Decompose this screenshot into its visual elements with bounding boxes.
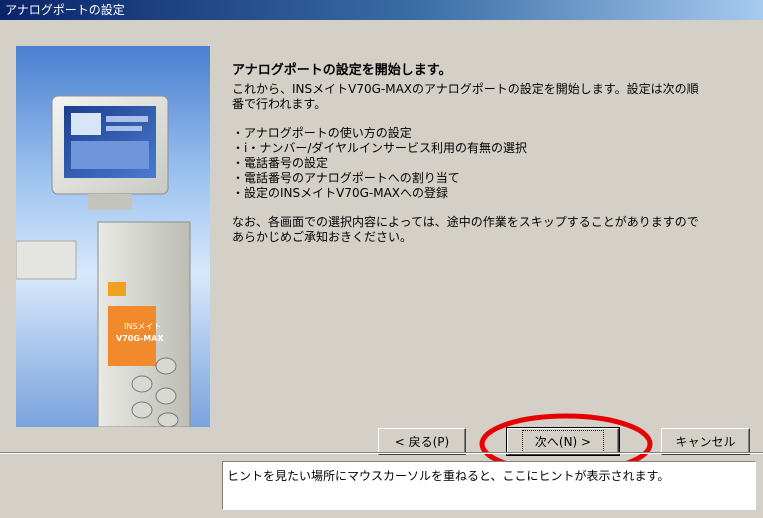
step-item: ・アナログポートの使い方の設定 xyxy=(232,126,412,140)
wizard-illustration: INSメイト V70G-MAX xyxy=(16,46,210,427)
step-item: ・i・ナンバー/ダイヤルインサービス利用の有無の選択 xyxy=(232,141,528,155)
device-label-line2: V70G-MAX xyxy=(116,334,164,343)
next-button[interactable]: 次へ(N) > xyxy=(506,427,620,456)
page-heading: アナログポートの設定を開始します。 xyxy=(232,63,452,78)
step-item: ・電話番号の設定 xyxy=(232,156,329,170)
cancel-button-label: キャンセル xyxy=(675,435,736,449)
computer-illustration: INSメイト V70G-MAX xyxy=(16,95,191,427)
divider xyxy=(0,452,763,454)
intro-line-1: これから、INSメイトV70G-MAXのアナログポートの設定を開始します。設定は… xyxy=(232,82,699,96)
title-bar: アナログポートの設定 xyxy=(0,0,763,20)
window-title: アナログポートの設定 xyxy=(5,3,125,17)
step-item: ・設定のINSメイトV70G-MAXへの登録 xyxy=(232,186,449,200)
device-label-line1: INSメイト xyxy=(124,322,161,331)
intro-line-2: 番で行われます。 xyxy=(232,97,327,111)
wizard-content: INSメイト V70G-MAX アナログポートの設定を開始します。 これから、I… xyxy=(0,20,763,475)
cancel-button[interactable]: キャンセル xyxy=(661,428,750,455)
note-line-2: あらかじめご承知おきください。 xyxy=(232,230,413,244)
note-line-1: なお、各画面での選択内容によっては、途中の作業をスキップすることがありますので xyxy=(232,215,699,229)
hint-box: ヒントを見たい場所にマウスカーソルを重ねると、ここにヒントが表示されます。 xyxy=(222,461,756,510)
next-button-label: 次へ(N) > xyxy=(521,430,605,453)
back-button-label: < 戻る(P) xyxy=(394,435,450,449)
hint-text: ヒントを見たい場所にマウスカーソルを重ねると、ここにヒントが表示されます。 xyxy=(227,469,670,483)
step-item: ・電話番号のアナログポートへの割り当て xyxy=(232,171,460,185)
back-button[interactable]: < 戻る(P) xyxy=(378,428,466,455)
